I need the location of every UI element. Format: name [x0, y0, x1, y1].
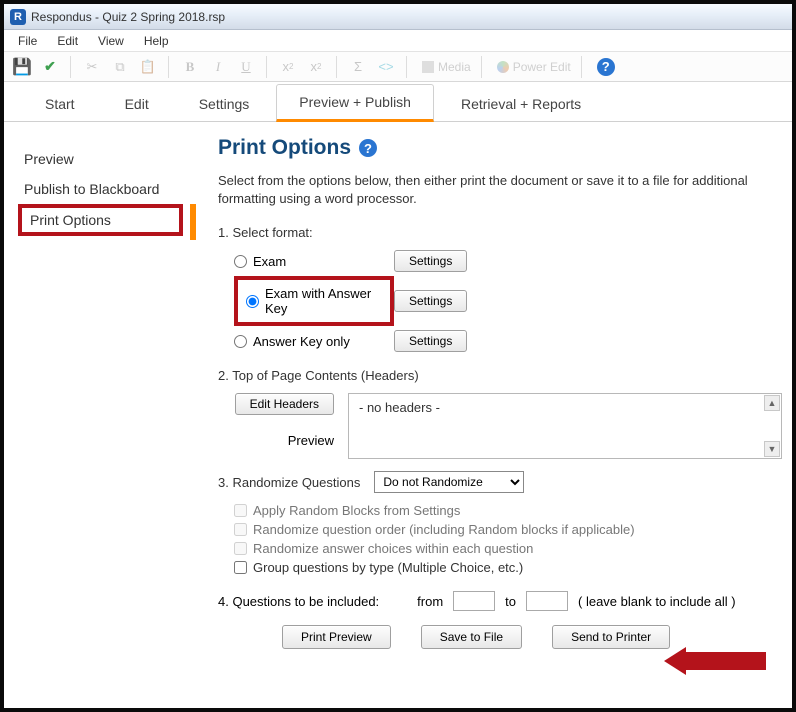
to-input[interactable]	[526, 591, 568, 611]
bold-icon[interactable]: B	[178, 55, 202, 79]
format-key-only[interactable]: Answer Key only	[234, 334, 394, 349]
chk-group-by-type-box[interactable]	[234, 561, 247, 574]
chk-randomize-answers[interactable]: Randomize answer choices within each que…	[234, 541, 782, 556]
copy-icon[interactable]: ⧉	[108, 55, 132, 79]
tab-preview-publish[interactable]: Preview + Publish	[276, 84, 434, 122]
window-title: Respondus - Quiz 2 Spring 2018.rsp	[31, 10, 225, 24]
cut-icon[interactable]: ✂	[80, 55, 104, 79]
section-4-label: 4. Questions to be included:	[218, 594, 379, 609]
chk-randomize-order-label: Randomize question order (including Rand…	[253, 522, 635, 537]
menu-edit[interactable]: Edit	[47, 32, 88, 50]
sidebar-item-publish[interactable]: Publish to Blackboard	[18, 174, 194, 204]
format-key-only-label: Answer Key only	[253, 334, 350, 349]
subscript-icon[interactable]: x2	[276, 55, 300, 79]
chk-randomize-order[interactable]: Randomize question order (including Rand…	[234, 522, 782, 537]
main-tabs: Start Edit Settings Preview + Publish Re…	[4, 82, 792, 122]
format-exam-settings-button[interactable]: Settings	[394, 250, 467, 272]
leave-blank-label: ( leave blank to include all )	[578, 594, 736, 609]
help-icon[interactable]: ?	[597, 58, 615, 76]
format-exam-label: Exam	[253, 254, 286, 269]
from-input[interactable]	[453, 591, 495, 611]
tab-retrieval-reports[interactable]: Retrieval + Reports	[438, 86, 604, 121]
superscript-icon[interactable]: x2	[304, 55, 328, 79]
section-2-label: 2. Top of Page Contents (Headers)	[218, 368, 782, 383]
format-key-only-settings-button[interactable]: Settings	[394, 330, 467, 352]
format-exam-key-settings-button[interactable]: Settings	[394, 290, 467, 312]
menu-file[interactable]: File	[8, 32, 47, 50]
toolbar: 💾 ✔ ✂ ⧉ 📋 B I U x2 x2 Σ <> Media Power E…	[4, 52, 792, 82]
scroll-up-icon[interactable]: ▲	[764, 395, 780, 411]
page-help-icon[interactable]: ?	[359, 139, 377, 157]
format-key-only-radio[interactable]	[234, 335, 247, 348]
header-preview-label: Preview	[288, 433, 334, 448]
menu-view[interactable]: View	[88, 32, 134, 50]
app-icon: R	[10, 9, 26, 25]
tab-settings[interactable]: Settings	[176, 86, 273, 121]
sidebar: Preview Publish to Blackboard Print Opti…	[4, 122, 194, 708]
chk-randomize-order-box[interactable]	[234, 523, 247, 536]
arrow-send-to-printer	[664, 647, 766, 675]
format-exam-key-label: Exam with Answer Key	[265, 286, 382, 316]
tab-start[interactable]: Start	[22, 86, 98, 121]
chk-randomize-answers-box[interactable]	[234, 542, 247, 555]
save-icon[interactable]: 💾	[10, 55, 34, 79]
chk-apply-blocks-box[interactable]	[234, 504, 247, 517]
format-exam-key-radio[interactable]	[246, 295, 259, 308]
edit-headers-button[interactable]: Edit Headers	[235, 393, 334, 415]
italic-icon[interactable]: I	[206, 55, 230, 79]
header-preview-text: - no headers -	[359, 400, 440, 415]
menubar: File Edit View Help	[4, 30, 792, 52]
paste-icon[interactable]: 📋	[136, 55, 160, 79]
header-preview-box: - no headers - ▲ ▼	[348, 393, 782, 459]
media-label: Media	[438, 60, 471, 74]
to-label: to	[505, 594, 516, 609]
print-preview-button[interactable]: Print Preview	[282, 625, 391, 649]
page-title: Print Options ?	[218, 136, 782, 160]
menu-help[interactable]: Help	[134, 32, 179, 50]
power-edit-button[interactable]: Power Edit	[491, 60, 577, 74]
scroll-down-icon[interactable]: ▼	[764, 441, 780, 457]
from-label: from	[417, 594, 443, 609]
sidebar-item-preview[interactable]: Preview	[18, 144, 194, 174]
page-title-text: Print Options	[218, 136, 351, 160]
sidebar-item-print-options[interactable]: Print Options	[18, 204, 183, 236]
power-edit-label: Power Edit	[513, 60, 571, 74]
format-exam[interactable]: Exam	[234, 254, 394, 269]
section-3-label: 3. Randomize Questions	[218, 475, 360, 490]
sigma-icon[interactable]: Σ	[346, 55, 370, 79]
underline-icon[interactable]: U	[234, 55, 258, 79]
format-exam-key[interactable]: Exam with Answer Key	[234, 276, 394, 326]
titlebar: R Respondus - Quiz 2 Spring 2018.rsp	[4, 4, 792, 30]
chk-randomize-answers-label: Randomize answer choices within each que…	[253, 541, 533, 556]
media-button[interactable]: Media	[416, 60, 477, 74]
page-description: Select from the options below, then eith…	[218, 172, 782, 207]
content-area: Print Options ? Select from the options …	[194, 122, 792, 708]
spellcheck-icon[interactable]: ✔	[38, 55, 62, 79]
section-1-label: 1. Select format:	[218, 225, 782, 240]
chk-group-by-type-label: Group questions by type (Multiple Choice…	[253, 560, 523, 575]
save-to-file-button[interactable]: Save to File	[421, 625, 522, 649]
send-to-printer-button[interactable]: Send to Printer	[552, 625, 670, 649]
chk-group-by-type[interactable]: Group questions by type (Multiple Choice…	[234, 560, 782, 575]
chk-apply-blocks-label: Apply Random Blocks from Settings	[253, 503, 460, 518]
chk-apply-blocks[interactable]: Apply Random Blocks from Settings	[234, 503, 782, 518]
randomize-select[interactable]: Do not Randomize	[374, 471, 524, 493]
tab-edit[interactable]: Edit	[102, 86, 172, 121]
format-exam-radio[interactable]	[234, 255, 247, 268]
code-icon[interactable]: <>	[374, 55, 398, 79]
